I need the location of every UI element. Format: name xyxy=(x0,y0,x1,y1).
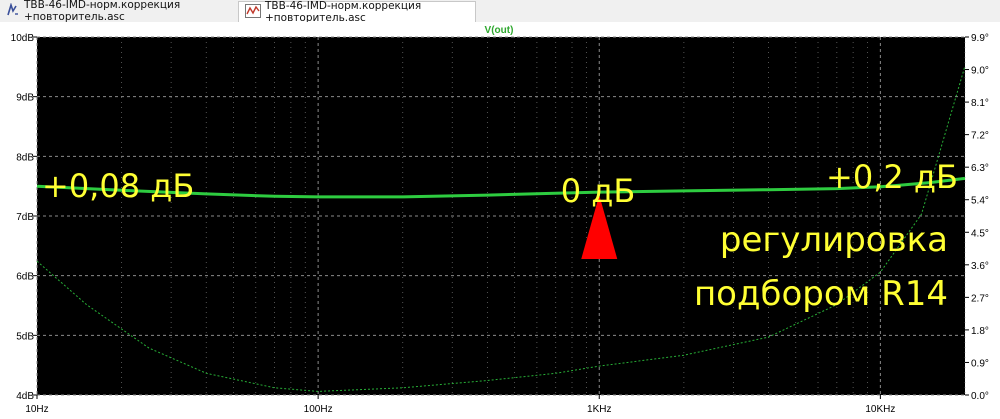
y-tick-label: 7dB xyxy=(16,212,34,223)
waveform-plot[interactable]: V(out) +0,08 дБ 0 дБ +0,2 дБ регулировка под… xyxy=(0,22,1000,419)
annotation-label: +0,08 дБ xyxy=(42,167,194,205)
tab-schematic[interactable]: ТВВ-46-IMD-норм.коррекция +повторитель.a… xyxy=(0,0,238,23)
y2-tick-label: 3.6° xyxy=(971,261,989,272)
y2-tick-label: 0.0° xyxy=(971,391,989,402)
y2-tick-label: 2.7° xyxy=(971,293,989,304)
y2-tick-label: 8.1° xyxy=(971,98,989,109)
tab-label: ТВВ-46-IMD-норм.коррекция +повторитель.a… xyxy=(265,0,422,24)
waveform-icon xyxy=(245,3,261,21)
x-tick-label: 10Hz xyxy=(25,404,48,415)
x-tick-label: 10KHz xyxy=(865,404,895,415)
y2-tick-label: 9.9° xyxy=(971,33,989,44)
annotation-label: регулировка xyxy=(720,220,948,260)
y2-tick-label: 4.5° xyxy=(971,228,989,239)
y-tick-label: 8dB xyxy=(16,152,34,163)
y-tick-label: 6dB xyxy=(16,272,34,283)
y2-tick-label: 0.9° xyxy=(971,358,989,369)
annotation-label: подбором R14 xyxy=(694,274,948,314)
y2-tick-label: 6.3° xyxy=(971,163,989,174)
x-tick-label: 100Hz xyxy=(304,404,333,415)
annotation-label: +0,2 дБ xyxy=(826,158,958,196)
tab-waveform[interactable]: ТВВ-46-IMD-норм.коррекция +повторитель.a… xyxy=(238,0,476,24)
y-tick-label: 9dB xyxy=(16,93,34,104)
y-tick-label: 4dB xyxy=(16,391,34,402)
y-tick-label: 10dB xyxy=(11,33,35,44)
chart-title: V(out) xyxy=(485,25,514,36)
annotation-label: 0 дБ xyxy=(561,172,636,210)
schematic-icon xyxy=(6,1,20,20)
y-tick-label: 5dB xyxy=(16,331,34,342)
y2-tick-label: 5.4° xyxy=(971,196,989,207)
tab-label: ТВВ-46-IMD-норм.коррекция +повторитель.a… xyxy=(24,0,181,23)
x-tick-label: 1KHz xyxy=(587,404,611,415)
y2-tick-label: 1.8° xyxy=(971,326,989,337)
tab-bar: ТВВ-46-IMD-норм.коррекция +повторитель.a… xyxy=(0,0,1000,24)
y2-tick-label: 7.2° xyxy=(971,131,989,142)
y2-tick-label: 9.0° xyxy=(971,66,989,77)
